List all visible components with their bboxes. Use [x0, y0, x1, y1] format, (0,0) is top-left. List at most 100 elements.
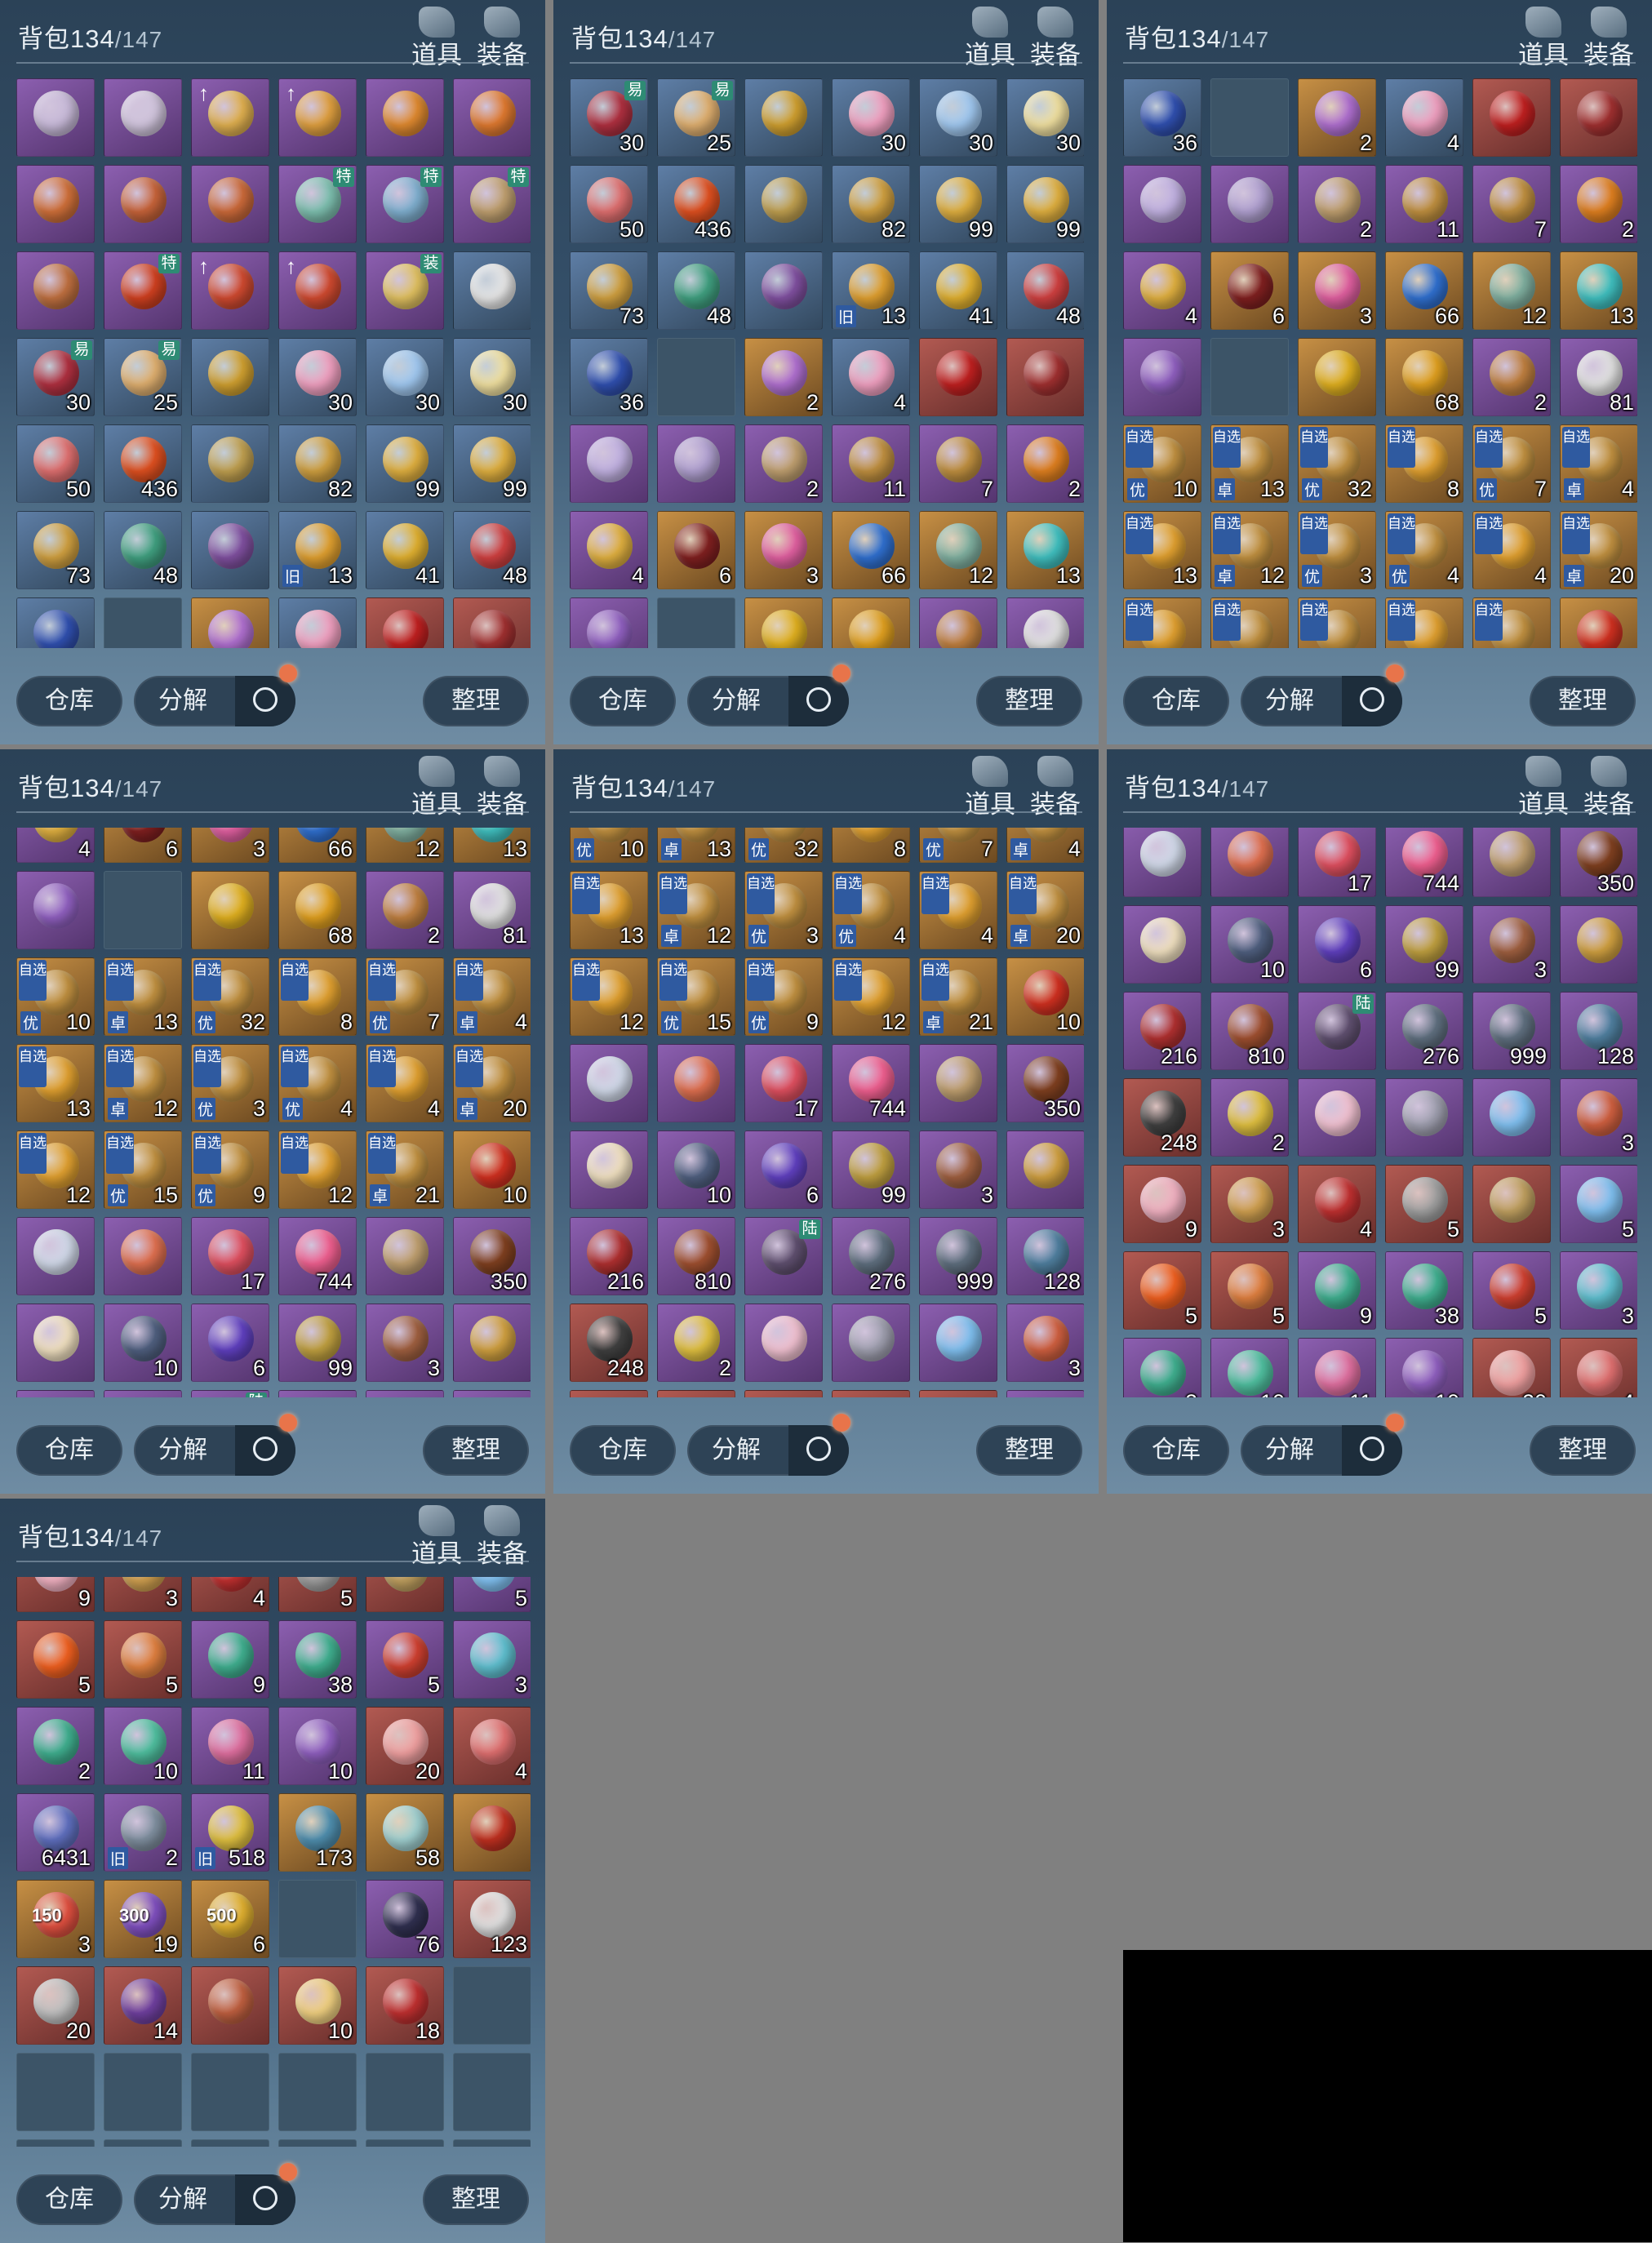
- inventory-slot[interactable]: 6: [1298, 905, 1376, 984]
- inventory-slot[interactable]: 5: [1560, 1165, 1637, 1244]
- inventory-slot[interactable]: [104, 2053, 182, 2131]
- inventory-slot[interactable]: 17: [1298, 828, 1376, 898]
- inventory-grid[interactable]: ↑↑特特特特↑↑装易30易25303030504368299997348旧134…: [570, 78, 1084, 648]
- inventory-slot[interactable]: 10: [1210, 905, 1289, 984]
- inventory-grid[interactable]: ↑↑特特特特↑↑装易30易25303030504368299997348旧134…: [1123, 78, 1637, 648]
- inventory-slot[interactable]: 2: [16, 1707, 95, 1785]
- inventory-slot[interactable]: 4: [1560, 1338, 1637, 1397]
- sort-button[interactable]: 整理: [423, 2174, 529, 2225]
- inventory-slot[interactable]: 38: [278, 1620, 357, 1699]
- inventory-slot[interactable]: 装: [366, 251, 444, 330]
- inventory-slot[interactable]: 99: [366, 424, 444, 503]
- inventory-slot[interactable]: 10: [104, 1707, 182, 1785]
- inventory-slot[interactable]: 128: [453, 1390, 531, 1397]
- inventory-slot[interactable]: [366, 1577, 444, 1612]
- inventory-slot[interactable]: 陆: [191, 1390, 269, 1397]
- inventory-grid[interactable]: ↑↑特特特特↑↑装易30易25303030504368299997348旧134…: [16, 78, 531, 648]
- inventory-slot[interactable]: 350: [1560, 828, 1637, 898]
- inventory-slot[interactable]: [744, 78, 823, 157]
- inventory-slot[interactable]: 11: [832, 424, 910, 503]
- inventory-slot[interactable]: 2: [1210, 1078, 1289, 1157]
- inventory-slot[interactable]: [1560, 78, 1637, 157]
- inventory-slot[interactable]: 自选优9: [191, 1130, 269, 1209]
- inventory-slot[interactable]: 13: [453, 828, 531, 863]
- inventory-slot[interactable]: 41: [366, 511, 444, 589]
- inventory-slot[interactable]: 5: [1123, 1251, 1201, 1330]
- inventory-slot[interactable]: [1560, 905, 1637, 984]
- tab-items[interactable]: 道具: [961, 5, 1019, 69]
- inventory-slot[interactable]: 30: [919, 78, 997, 157]
- inventory-slot[interactable]: 自选 13: [1123, 511, 1201, 589]
- inventory-slot[interactable]: 2: [1006, 424, 1084, 503]
- inventory-slot[interactable]: 特: [104, 251, 182, 330]
- inventory-slot[interactable]: 自选卓21: [919, 957, 997, 1036]
- inventory-slot[interactable]: 自选优7: [366, 957, 444, 1036]
- inventory-slot[interactable]: [919, 338, 997, 416]
- tab-equipment[interactable]: 装备: [1580, 754, 1637, 819]
- inventory-slot[interactable]: 旧 13: [278, 511, 357, 589]
- inventory-slot[interactable]: 20: [16, 1966, 95, 2045]
- inventory-slot[interactable]: 99: [278, 1304, 357, 1382]
- inventory-slot[interactable]: 3: [104, 1577, 182, 1612]
- inventory-slot[interactable]: 12: [1472, 251, 1551, 330]
- inventory-slot[interactable]: 436: [104, 424, 182, 503]
- inventory-slot[interactable]: 9: [191, 1620, 269, 1699]
- inventory-slot[interactable]: 744: [1385, 828, 1463, 898]
- inventory-slot[interactable]: 自选12: [1123, 597, 1201, 648]
- inventory-slot[interactable]: 5: [1210, 1251, 1289, 1330]
- tab-equipment[interactable]: 装备: [1027, 754, 1084, 819]
- inventory-slot[interactable]: [191, 2139, 269, 2147]
- inventory-slot[interactable]: ↑: [278, 251, 357, 330]
- inventory-slot[interactable]: [191, 1966, 269, 2045]
- inventory-slot[interactable]: 6: [191, 1304, 269, 1382]
- inventory-slot[interactable]: 自选卓 20: [1560, 511, 1637, 589]
- inventory-slot[interactable]: 810: [657, 1217, 735, 1295]
- inventory-slot[interactable]: 4: [16, 828, 95, 863]
- inventory-slot[interactable]: 自选 13: [16, 1044, 95, 1122]
- inventory-slot[interactable]: 50: [16, 424, 95, 503]
- inventory-slot[interactable]: 自选 4: [1472, 511, 1551, 589]
- inventory-slot[interactable]: 99: [453, 424, 531, 503]
- inventory-slot[interactable]: 10: [1006, 957, 1084, 1036]
- inventory-slot[interactable]: 5: [278, 1577, 357, 1612]
- inventory-slot[interactable]: 58: [366, 1793, 444, 1872]
- inventory-slot[interactable]: 82: [278, 424, 357, 503]
- inventory-slot[interactable]: 123: [453, 1880, 531, 1958]
- inventory-slot[interactable]: [16, 2053, 95, 2131]
- inventory-slot[interactable]: [366, 2139, 444, 2147]
- tab-items[interactable]: 道具: [1515, 754, 1572, 819]
- inventory-slot[interactable]: 20: [366, 1707, 444, 1785]
- inventory-slot[interactable]: 自选优9: [1298, 597, 1376, 648]
- hammer-icon[interactable]: [1342, 664, 1404, 726]
- inventory-slot[interactable]: 2: [1472, 338, 1551, 416]
- inventory-slot[interactable]: 4: [453, 1707, 531, 1785]
- inventory-slot[interactable]: 6431: [16, 1793, 95, 1872]
- inventory-slot[interactable]: 自选8: [832, 828, 910, 863]
- inventory-slot[interactable]: 自选卓21: [1472, 597, 1551, 648]
- decompose-button[interactable]: 分解: [1241, 1414, 1404, 1476]
- inventory-slot[interactable]: 2: [1298, 165, 1376, 243]
- warehouse-button[interactable]: 仓库: [570, 676, 676, 726]
- inventory-slot[interactable]: 2: [1560, 165, 1637, 243]
- tab-equipment[interactable]: 装备: [1580, 5, 1637, 69]
- decompose-button[interactable]: 分解: [134, 664, 297, 726]
- inventory-slot[interactable]: [278, 1880, 357, 1958]
- inventory-slot[interactable]: 12: [366, 828, 444, 863]
- inventory-slot[interactable]: 10: [1210, 1338, 1289, 1397]
- inventory-slot[interactable]: [453, 1966, 531, 2045]
- inventory-slot[interactable]: [453, 78, 531, 157]
- inventory-slot[interactable]: [191, 871, 269, 949]
- inventory-slot[interactable]: 276: [832, 1217, 910, 1295]
- decompose-button[interactable]: 分解: [134, 1414, 297, 1476]
- hammer-icon[interactable]: [788, 1414, 850, 1476]
- inventory-slot[interactable]: 9: [16, 1577, 95, 1612]
- inventory-slot[interactable]: 82: [832, 165, 910, 243]
- inventory-slot[interactable]: 自选12: [16, 1130, 95, 1209]
- inventory-slot[interactable]: 自选优7: [919, 828, 997, 863]
- inventory-slot[interactable]: 易 25: [657, 78, 735, 157]
- inventory-slot[interactable]: 173: [278, 1793, 357, 1872]
- inventory-slot[interactable]: [366, 597, 444, 648]
- inventory-slot[interactable]: 36: [570, 338, 648, 416]
- decompose-button[interactable]: 分解: [687, 1414, 850, 1476]
- warehouse-button[interactable]: 仓库: [16, 676, 122, 726]
